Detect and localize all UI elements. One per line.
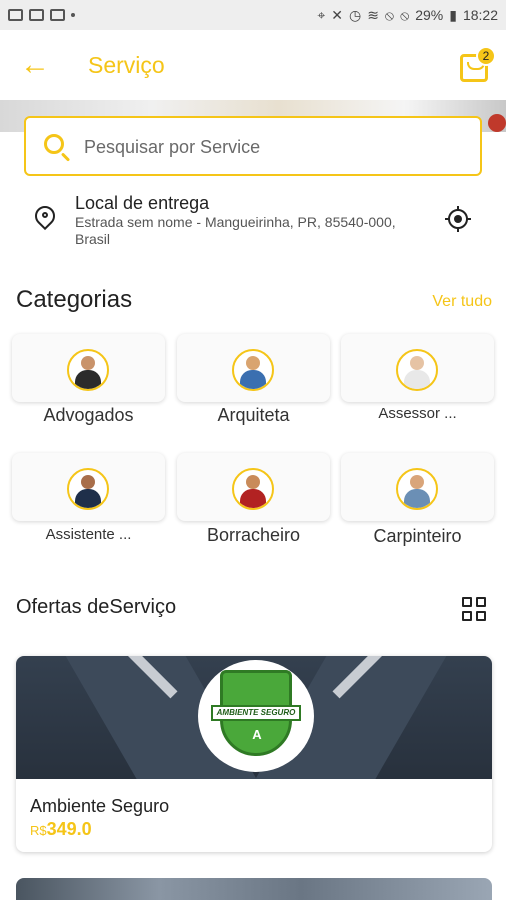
search-input[interactable] [84, 130, 464, 164]
status-bar: ⌖ ✕ ◷ ≋ ⦸ ⦸ 29% ▮ 18:22 [0, 0, 506, 30]
category-label: Carpinteiro [373, 526, 462, 546]
wifi-status-icon: ≋ [367, 6, 379, 23]
blocked-status-icon: ⦸ [400, 6, 410, 23]
banner-decoration [488, 114, 506, 132]
logo-letter: A [252, 727, 262, 742]
search-icon [42, 132, 72, 162]
category-card-advogados[interactable] [12, 334, 165, 402]
categories-title: Categorias [16, 286, 133, 313]
cart-button[interactable]: 2 [456, 46, 496, 84]
offers-title: Ofertas deServiço [16, 596, 177, 618]
category-card-carpinteiro[interactable] [341, 453, 494, 521]
offer-image: AMBIENTE SEGURO A [16, 656, 492, 779]
category-card-assistente[interactable] [12, 453, 165, 521]
mute-status-icon: ✕ [331, 6, 343, 23]
location-pin-icon [30, 201, 60, 236]
delivery-title: Local de entrega [75, 193, 210, 213]
offer-card[interactable] [16, 878, 492, 900]
location-status-icon: ⌖ [317, 6, 326, 23]
blocked-status-icon: ⦸ [384, 6, 395, 23]
logo-text: AMBIENTE SEGURO [211, 705, 301, 721]
alarm-status-icon: ◷ [348, 6, 362, 23]
category-label: Assessor ... [378, 405, 457, 422]
category-label: Assistente ... [45, 526, 132, 543]
avatar [396, 468, 438, 510]
image-notification-icon [8, 9, 23, 21]
category-label: Borracheiro [206, 525, 301, 545]
avatar [396, 349, 438, 391]
app-bar: ← Serviço 2 [0, 30, 506, 100]
cart-count-badge: 2 [476, 46, 496, 66]
avatar [67, 468, 109, 510]
avatar [67, 349, 109, 391]
more-notifications-icon [71, 13, 75, 17]
page-title: Serviço [88, 52, 165, 78]
search-box[interactable] [24, 116, 482, 176]
category-card-borracheiro[interactable] [177, 453, 330, 521]
avatar [232, 468, 274, 510]
category-label: Advogados [43, 405, 134, 425]
delivery-location[interactable]: Local de entrega Estrada sem nome - Mang… [0, 186, 506, 252]
back-arrow-icon[interactable]: ← [18, 50, 52, 80]
gps-locate-icon[interactable] [445, 206, 471, 232]
offer-currency: R$ [30, 823, 47, 838]
category-label: Arquiteta [217, 405, 290, 425]
see-all-link[interactable]: Ver tudo [432, 293, 492, 311]
card-notification-icon [50, 9, 65, 21]
delivery-address: Estrada sem nome - Mangueirinha, PR, 855… [75, 214, 396, 247]
category-card-assessor[interactable] [341, 334, 494, 402]
offer-card[interactable]: AMBIENTE SEGURO A Ambiente Seguro R$349.… [16, 656, 492, 852]
battery-percent: 29% [415, 7, 444, 23]
card-notification-icon [29, 9, 44, 21]
grid-view-icon[interactable] [462, 597, 488, 623]
avatar [232, 349, 274, 391]
offer-price: R$349.0 [30, 819, 92, 840]
offer-name: Ambiente Seguro [30, 796, 170, 816]
category-card-arquiteta[interactable] [177, 334, 330, 402]
shield-icon: AMBIENTE SEGURO A [211, 670, 301, 756]
offer-price-value: 349.0 [46, 819, 92, 839]
offer-logo: AMBIENTE SEGURO A [198, 660, 314, 772]
clock: 18:22 [462, 7, 498, 23]
battery-icon: ▮ [449, 6, 457, 23]
